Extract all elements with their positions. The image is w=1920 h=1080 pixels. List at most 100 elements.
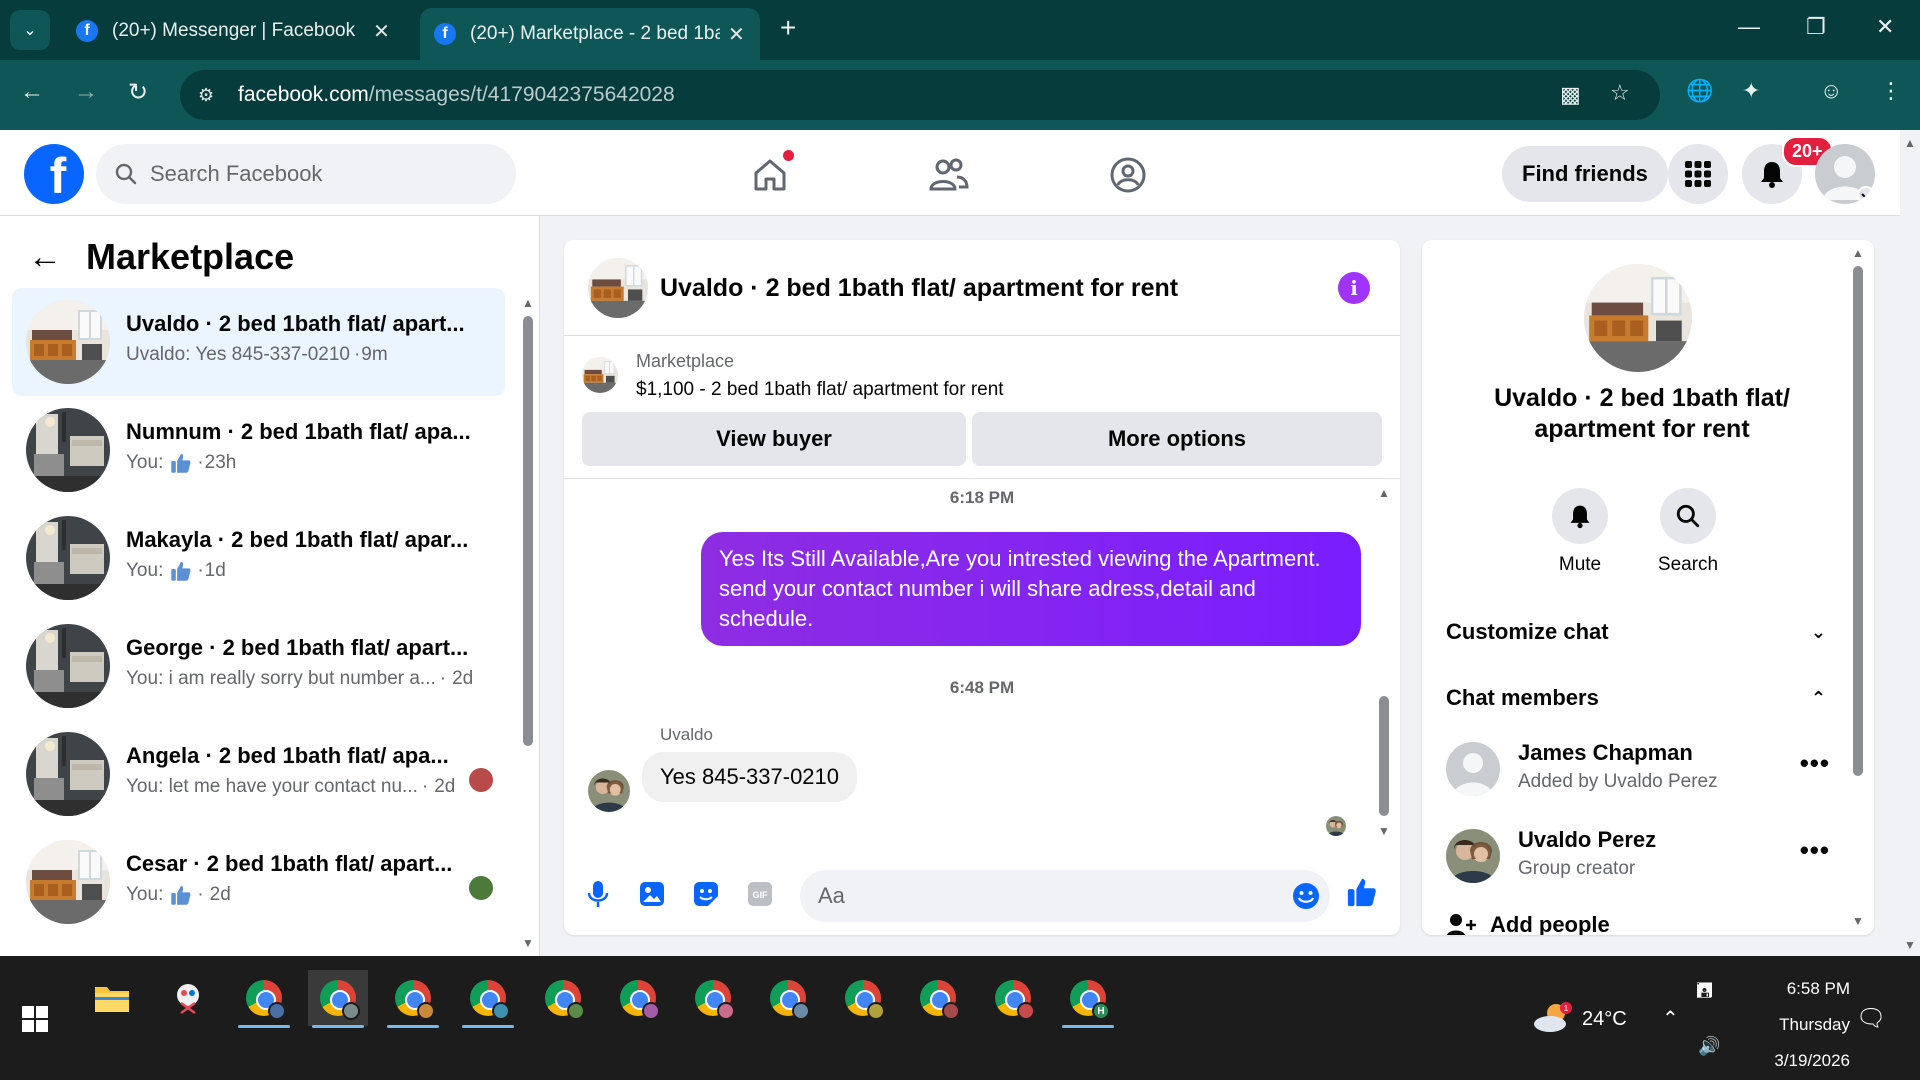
- listing-price-title[interactable]: $1,100 - 2 bed 1bath flat/ apartment for…: [636, 379, 1004, 401]
- chrome-taskbar-icon[interactable]: [234, 970, 294, 1028]
- conversation-item[interactable]: Uvaldo · 2 bed 1bath flat/ apart... Uvald…: [12, 288, 505, 396]
- account-avatar[interactable]: [1815, 144, 1875, 204]
- chrome-taskbar-icon[interactable]: [383, 970, 443, 1028]
- conversation-list-scrollbar[interactable]: ▲ ▼: [522, 296, 534, 950]
- minimize-button[interactable]: —: [1738, 14, 1760, 40]
- chrome-taskbar-icon[interactable]: [833, 970, 893, 1026]
- chrome-taskbar-icon[interactable]: [458, 970, 518, 1028]
- back-button[interactable]: ←: [20, 78, 44, 106]
- listing-thumbnail[interactable]: [588, 258, 648, 318]
- menu-button[interactable]: [1668, 144, 1728, 204]
- restore-button[interactable]: ❐: [1806, 14, 1826, 40]
- scroll-down-arrow-icon[interactable]: ▼: [1852, 914, 1864, 928]
- page-scrollbar[interactable]: ▲ ▼: [1900, 130, 1920, 956]
- file-explorer-icon[interactable]: [82, 970, 142, 1026]
- message-input[interactable]: [800, 870, 1330, 922]
- nav-groups[interactable]: [1098, 150, 1158, 200]
- more-options-icon[interactable]: •••: [1800, 835, 1830, 866]
- extensions-puzzle-icon[interactable]: ✦: [1742, 78, 1760, 104]
- scrollbar-thumb[interactable]: [1379, 696, 1389, 816]
- voice-clip-button[interactable]: [582, 878, 614, 910]
- weather-temperature[interactable]: 24°C: [1582, 1008, 1627, 1031]
- sender-avatar[interactable]: [588, 770, 630, 812]
- weather-icon[interactable]: 1: [1532, 1000, 1572, 1039]
- search-input[interactable]: [150, 161, 490, 187]
- reload-button[interactable]: ↻: [128, 78, 148, 107]
- tab-search-button[interactable]: ⌄: [10, 10, 50, 50]
- chat-members-section[interactable]: Chat members ⌃: [1446, 678, 1826, 718]
- view-buyer-button[interactable]: View buyer: [582, 412, 966, 466]
- forward-button[interactable]: →: [74, 78, 98, 106]
- site-settings-icon[interactable]: ⚙: [198, 85, 228, 106]
- send-like-button[interactable]: [1346, 876, 1378, 908]
- conversation-item[interactable]: Numnum · 2 bed 1bath flat/ apa... You: · 23…: [12, 396, 505, 504]
- chrome-taskbar-icon[interactable]: [533, 970, 593, 1026]
- new-tab-button[interactable]: +: [780, 12, 796, 44]
- member-avatar[interactable]: [1446, 829, 1500, 883]
- windows-start-icon[interactable]: [22, 1006, 48, 1032]
- chevron-up-icon[interactable]: ⌃: [1662, 1006, 1679, 1031]
- add-people-button[interactable]: Add people: [1446, 912, 1610, 935]
- scroll-up-arrow-icon[interactable]: ▲: [522, 296, 534, 310]
- install-app-icon[interactable]: ▩: [1560, 82, 1581, 108]
- scrollbar-thumb[interactable]: [523, 316, 533, 746]
- gif-button[interactable]: GIF: [744, 878, 776, 910]
- conversation-item[interactable]: George · 2 bed 1bath flat/ apart... You: …: [12, 612, 505, 720]
- info-icon[interactable]: i: [1338, 272, 1370, 304]
- more-options-icon[interactable]: •••: [1800, 748, 1830, 779]
- network-icon[interactable]: 🖪: [1696, 976, 1713, 1010]
- outgoing-message-bubble[interactable]: Yes Its Still Available,Are you intreste…: [701, 532, 1361, 646]
- chrome-taskbar-icon[interactable]: [908, 970, 968, 1026]
- vpn-globe-icon[interactable]: 🌐: [1686, 78, 1713, 104]
- attach-photo-button[interactable]: [636, 878, 668, 910]
- incoming-message-bubble[interactable]: Yes 845-337-0210: [642, 752, 858, 802]
- conversation-item[interactable]: Angela · 2 bed 1bath flat/ apa... You: le…: [12, 720, 505, 828]
- scroll-down-arrow-icon[interactable]: ▼: [1904, 938, 1916, 952]
- chat-scrollbar[interactable]: ▲ ▼: [1378, 486, 1390, 838]
- chrome-taskbar-icon[interactable]: [608, 970, 668, 1026]
- chat-title[interactable]: Uvaldo · 2 bed 1bath flat/ apartment for…: [660, 274, 1178, 303]
- chrome-taskbar-icon[interactable]: [683, 970, 743, 1026]
- find-friends-button[interactable]: Find friends: [1502, 146, 1668, 202]
- volume-icon[interactable]: 🔊: [1698, 1036, 1720, 1057]
- facebook-logo[interactable]: f: [24, 144, 84, 204]
- notification-center-icon[interactable]: 🗨: [1856, 1004, 1886, 1033]
- chrome-taskbar-icon[interactable]: [758, 970, 818, 1026]
- facebook-search-box[interactable]: [96, 144, 516, 204]
- search-in-conversation-button[interactable]: Search: [1638, 488, 1738, 576]
- chat-member-row[interactable]: James Chapman Added by Uvaldo Perez •••: [1446, 738, 1836, 798]
- nav-friends[interactable]: [918, 150, 978, 200]
- chrome-taskbar-icon[interactable]: H: [1058, 970, 1118, 1028]
- listing-thumbnail[interactable]: [582, 357, 618, 393]
- scrollbar-thumb[interactable]: [1853, 266, 1863, 776]
- browser-tab-messenger[interactable]: f (20+) Messenger | Facebook ✕: [62, 8, 408, 54]
- close-icon[interactable]: ✕: [373, 19, 390, 44]
- conversation-avatar[interactable]: [1584, 264, 1692, 372]
- customize-chat-section[interactable]: Customize chat ⌄: [1446, 612, 1826, 652]
- browser-menu-icon[interactable]: ⋮: [1880, 78, 1902, 104]
- browser-tab-marketplace[interactable]: f (20+) Marketplace - 2 bed 1bat ✕: [420, 8, 760, 60]
- bookmark-star-icon[interactable]: ☆: [1610, 80, 1630, 106]
- details-panel-scrollbar[interactable]: ▲ ▼: [1852, 246, 1864, 936]
- snipping-tool-icon[interactable]: [158, 970, 218, 1026]
- conversation-item[interactable]: Makayla · 2 bed 1bath flat/ apar... You: ·…: [12, 504, 505, 612]
- member-avatar[interactable]: [1446, 742, 1500, 796]
- window-close-button[interactable]: ✕: [1876, 14, 1894, 40]
- chrome-taskbar-icon[interactable]: [983, 970, 1043, 1026]
- chat-member-row[interactable]: Uvaldo Perez Group creator •••: [1446, 825, 1836, 885]
- system-clock[interactable]: 6:58 PM Thursday 3/19/2026: [1720, 971, 1850, 1079]
- back-arrow-icon[interactable]: ←: [28, 238, 62, 277]
- address-bar[interactable]: ⚙ facebook.com/messages/t/41790423756420…: [180, 70, 1660, 120]
- chrome-taskbar-icon[interactable]: [308, 970, 368, 1028]
- close-icon[interactable]: ✕: [728, 22, 745, 47]
- scroll-down-arrow-icon[interactable]: ▼: [522, 936, 534, 950]
- emoji-button[interactable]: [1290, 880, 1322, 912]
- scroll-down-arrow-icon[interactable]: ▼: [1378, 824, 1390, 838]
- conversation-item[interactable]: Cesar · 2 bed 1bath flat/ apart... You: · 2…: [12, 828, 505, 936]
- scroll-up-arrow-icon[interactable]: ▲: [1852, 246, 1864, 260]
- scroll-up-arrow-icon[interactable]: ▲: [1378, 486, 1390, 500]
- scroll-up-arrow-icon[interactable]: ▲: [1904, 136, 1916, 150]
- sticker-button[interactable]: [690, 878, 722, 910]
- more-options-button[interactable]: More options: [972, 412, 1382, 466]
- profile-icon[interactable]: ☺: [1820, 78, 1842, 104]
